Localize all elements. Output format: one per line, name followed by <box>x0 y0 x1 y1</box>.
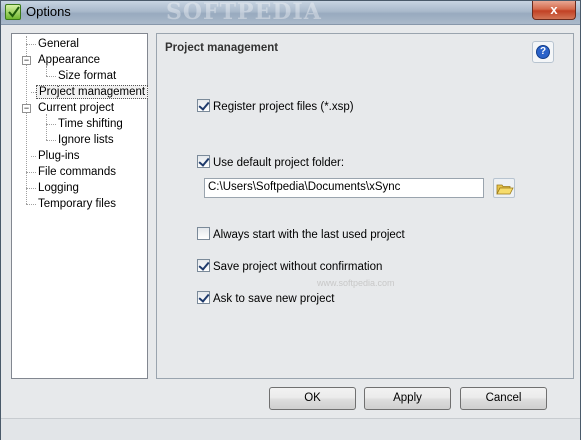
ok-button[interactable]: OK <box>269 387 356 410</box>
checkbox-box[interactable] <box>197 155 210 169</box>
title-bar[interactable]: Options SOFTPEDIA x <box>1 0 580 25</box>
tree-item-temporary-files[interactable]: Temporary files <box>36 196 118 212</box>
cancel-button[interactable]: Cancel <box>460 387 547 410</box>
default-folder-input[interactable]: C:\Users\Softpedia\Documents\xSync <box>204 178 484 198</box>
checkbox-box[interactable] <box>197 227 210 241</box>
help-icon: ? <box>536 45 550 59</box>
checkbox-box[interactable] <box>197 259 210 273</box>
checkbox-label: Save project without confirmation <box>213 261 383 273</box>
tree-item-time-shifting[interactable]: Time shifting <box>56 116 125 132</box>
apply-button[interactable]: Apply <box>364 387 451 410</box>
window-title: Options <box>26 4 71 19</box>
folder-open-icon <box>496 184 514 195</box>
tree-item-appearance[interactable]: Appearance <box>36 52 102 68</box>
checkbox-label: Always start with the last used project <box>213 229 405 241</box>
tree-item-ignore-lists[interactable]: Ignore lists <box>56 132 116 148</box>
collapse-appearance-icon[interactable]: − <box>22 56 31 65</box>
checkbox-label: Register project files (*.xsp) <box>213 101 354 113</box>
tree-connector <box>26 44 36 45</box>
help-button[interactable]: ? <box>532 41 554 63</box>
tree-connector <box>46 114 47 140</box>
panel-title: Project management <box>165 42 279 54</box>
checkbox-label: Use default project folder: <box>213 157 345 169</box>
close-button[interactable]: x <box>532 1 576 20</box>
bottom-strip <box>1 418 580 440</box>
save-without-confirm-checkbox[interactable]: Save project without confirmation <box>197 259 383 276</box>
settings-tree[interactable]: − − General Appearance Size format Proje… <box>11 33 149 379</box>
checkbox-box[interactable] <box>197 291 210 305</box>
tree-connector <box>26 172 36 173</box>
options-window: Options SOFTPEDIA x − − General Appearan… <box>0 0 581 440</box>
ask-save-new-checkbox[interactable]: Ask to save new project <box>197 291 335 308</box>
tree-item-current-project[interactable]: Current project <box>36 100 116 116</box>
tree-connector <box>46 140 56 141</box>
project-management-panel: Project management ? Register project fi… <box>156 33 574 379</box>
tree-connector <box>46 76 56 77</box>
tree-connector <box>46 124 56 125</box>
tree-connector <box>26 204 36 205</box>
use-default-folder-checkbox[interactable]: Use default project folder: <box>197 155 345 172</box>
tree-item-plug-ins[interactable]: Plug-ins <box>36 148 82 164</box>
always-start-last-checkbox[interactable]: Always start with the last used project <box>197 227 405 244</box>
tree-item-project-management[interactable]: Project management <box>36 84 149 100</box>
close-icon: x <box>550 2 558 17</box>
tree-item-logging[interactable]: Logging <box>36 180 81 196</box>
check-icon <box>5 4 21 20</box>
tree-item-general[interactable]: General <box>36 36 81 52</box>
tree-connector <box>26 188 36 189</box>
collapse-current-project-icon[interactable]: − <box>22 104 31 113</box>
checkbox-box[interactable] <box>197 99 210 113</box>
checkbox-label: Ask to save new project <box>213 293 335 305</box>
watermark-text: SOFTPEDIA <box>166 0 322 25</box>
tree-item-file-commands[interactable]: File commands <box>36 164 118 180</box>
softpedia-watermark: www.softpedia.com <box>317 278 395 288</box>
register-files-checkbox[interactable]: Register project files (*.xsp) <box>197 99 354 116</box>
tree-item-size-format[interactable]: Size format <box>56 68 118 84</box>
browse-folder-button[interactable] <box>493 178 515 198</box>
